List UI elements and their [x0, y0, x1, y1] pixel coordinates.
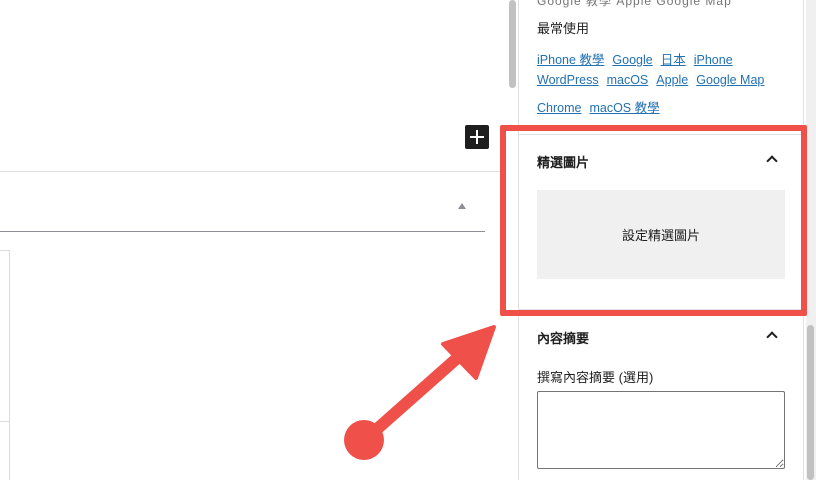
tag-link[interactable]: Chrome [537, 101, 581, 115]
plus-icon [470, 130, 484, 144]
editor-divider [0, 171, 504, 172]
excerpt-panel-title[interactable]: 內容摘要 [537, 328, 589, 347]
annotation-highlight-box [500, 125, 807, 316]
tag-link[interactable]: iPhone 教學 [537, 53, 604, 67]
tag-link[interactable]: macOS [607, 73, 649, 87]
tag-link[interactable]: WordPress [537, 73, 599, 87]
tag-link[interactable]: Google Map [696, 73, 764, 87]
tag-row: WordPress macOS Apple Google Map [537, 73, 772, 87]
cropped-tag-row: Google 教學 Apple Google Map [537, 0, 732, 8]
tag-row: Chrome macOS 教學 [537, 97, 668, 116]
tag-link[interactable]: macOS 教學 [589, 101, 659, 115]
content-box-edge [0, 250, 10, 480]
content-box-divider [0, 421, 10, 422]
sidebar-scrollbar-thumb[interactable] [807, 325, 814, 480]
editor-canvas [0, 0, 504, 480]
tag-link[interactable]: Google [612, 53, 652, 67]
most-used-heading: 最常使用 [537, 21, 590, 36]
tag-link[interactable]: 日本 [661, 53, 686, 67]
editor-scrollbar[interactable] [509, 0, 516, 88]
add-block-button[interactable] [465, 125, 489, 149]
excerpt-label: 撰寫內容摘要 (選用) [537, 370, 654, 385]
tag-link[interactable]: Apple [656, 73, 688, 87]
tag-link[interactable]: iPhone [694, 53, 733, 67]
excerpt-textarea[interactable] [537, 391, 785, 469]
tag-row: iPhone 教學 Google 日本 iPhone [537, 49, 741, 68]
caret-up-icon[interactable] [458, 203, 466, 209]
editor-underline [0, 231, 485, 232]
